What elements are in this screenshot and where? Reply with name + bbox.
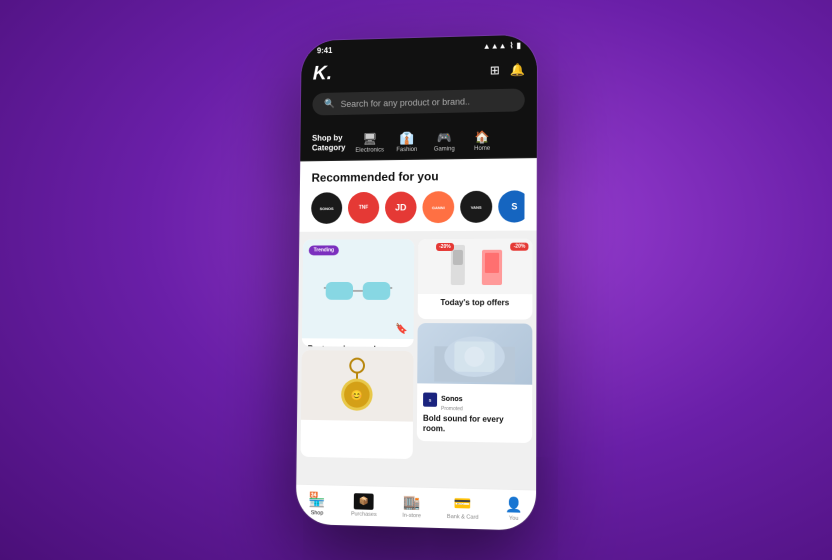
svg-text:😊: 😊 xyxy=(350,390,362,402)
recommended-section: Recommended for you SONOS TNF JD GANNI V… xyxy=(299,158,536,232)
cat-label-home: Home xyxy=(474,146,490,152)
sonos-logo: S xyxy=(423,392,437,406)
product-keychain[interactable]: 😊 xyxy=(300,350,413,460)
purchases-icon: 📦 xyxy=(354,493,374,510)
product-sunglasses[interactable]: Trending 🔖 xyxy=(302,239,414,347)
left-column: Trending 🔖 xyxy=(300,239,414,459)
cat-label-fashion: Fashion xyxy=(396,147,417,153)
app-logo: K. xyxy=(313,63,332,86)
nav-shop-label: Shop xyxy=(311,510,324,516)
nav-purchases-label: Purchases xyxy=(351,511,377,518)
sunglasses-info: Rectangular sunglasses $225.00 xyxy=(302,338,414,347)
brand-northface[interactable]: TNF xyxy=(348,192,380,224)
sunglasses-name: Rectangular sunglasses xyxy=(308,344,408,347)
keychain-image: 😊 xyxy=(301,350,414,421)
nav-you-label: You xyxy=(509,516,519,522)
category-items: 🖥 Electronics 👔 Fashion 🎮 Gaming 🏠 Home xyxy=(355,130,497,154)
right-column: -20% -20% xyxy=(417,239,533,462)
brand-samsung[interactable]: S xyxy=(498,190,524,222)
offer-item-1 xyxy=(443,245,473,290)
top-offers-label: Today's top offers xyxy=(424,298,527,309)
bookmark-icon[interactable]: 🔖 xyxy=(395,324,407,335)
cat-label-electronics: Electronics xyxy=(355,147,384,153)
search-icon: 🔍 xyxy=(324,98,335,109)
app-header: K. ⊞ 🔔 🔍 Search for any product or brand… xyxy=(301,53,537,125)
bank-icon: 💳 xyxy=(454,495,472,513)
trending-badge: Trending xyxy=(309,245,339,255)
grid-icon[interactable]: ⊞ xyxy=(490,63,500,77)
discount-badge-1: -20% xyxy=(436,243,454,251)
promoted-card[interactable]: S Sonos Promoted Bold sound for every ro… xyxy=(417,323,533,443)
offer-item-2 xyxy=(477,245,507,290)
instore-icon: 🏬 xyxy=(403,493,421,511)
sunglasses-svg xyxy=(324,272,393,307)
discount-badge-2: -20% xyxy=(511,243,529,251)
promoted-info: S Sonos Promoted Bold sound for every ro… xyxy=(417,383,532,443)
brand-vans[interactable]: VANS xyxy=(460,191,492,223)
signal-icon: ▲▲▲ xyxy=(483,41,507,51)
wifi-icon: ⌇ xyxy=(510,41,514,50)
cat-item-gaming[interactable]: 🎮 Gaming xyxy=(429,130,459,152)
brand-ganni[interactable]: GANNI xyxy=(422,191,454,223)
phone-mockup: 9:41 ▲▲▲ ⌇ ▮ K. ⊞ 🔔 🔍 Sea xyxy=(296,35,537,531)
home-icon: 🏠 xyxy=(475,130,490,144)
nav-purchases[interactable]: 📦 Purchases xyxy=(351,493,377,518)
electronics-icon: 🖥 xyxy=(362,132,377,146)
time: 9:41 xyxy=(317,46,332,55)
cat-item-home[interactable]: 🏠 Home xyxy=(467,130,497,152)
phone-screen: 9:41 ▲▲▲ ⌇ ▮ K. ⊞ 🔔 🔍 Sea xyxy=(296,35,537,531)
promoted-tag: Promoted xyxy=(441,406,463,412)
search-placeholder: Search for any product or brand.. xyxy=(341,96,471,109)
promoted-image-svg xyxy=(434,326,515,382)
nav-instore[interactable]: 🏬 In-store xyxy=(402,493,421,519)
search-bar[interactable]: 🔍 Search for any product or brand.. xyxy=(312,88,524,115)
top-offers-images: -20% -20% xyxy=(418,239,533,295)
brand-sonos[interactable]: SONOS xyxy=(311,192,342,224)
nav-you[interactable]: 👤 You xyxy=(505,496,523,522)
sunglasses-image: Trending 🔖 xyxy=(302,239,414,339)
cat-item-electronics[interactable]: 🖥 Electronics xyxy=(355,132,384,154)
promoted-image xyxy=(417,323,532,385)
promoted-brand-row: S Sonos Promoted xyxy=(423,387,526,413)
promoted-description: Bold sound for every room. xyxy=(423,414,526,437)
cat-label-gaming: Gaming xyxy=(434,146,455,152)
keychain-svg: 😊 xyxy=(335,358,380,414)
you-icon: 👤 xyxy=(505,496,523,514)
main-content: Recommended for you SONOS TNF JD GANNI V… xyxy=(296,158,536,489)
brand-jd[interactable]: JD xyxy=(385,191,417,223)
brand-circles: SONOS TNF JD GANNI VANS S xyxy=(311,190,525,224)
shop-by-label: Shop by Category xyxy=(312,133,346,154)
bottom-nav: 🏪 Shop 📦 Purchases 🏬 In-store 💳 Bank & C… xyxy=(296,484,536,531)
nav-bank-label: Bank & Card xyxy=(447,514,479,521)
fashion-icon: 👔 xyxy=(399,131,414,145)
nav-bank[interactable]: 💳 Bank & Card xyxy=(447,494,479,520)
notification-bell-icon[interactable]: 🔔 xyxy=(510,62,525,76)
category-nav: Shop by Category 🖥 Electronics 👔 Fashion… xyxy=(300,121,537,161)
status-icons: ▲▲▲ ⌇ ▮ xyxy=(483,41,521,51)
nav-instore-label: In-store xyxy=(402,513,421,520)
shop-icon: 🏪 xyxy=(309,491,326,509)
products-grid: Trending 🔖 xyxy=(297,235,537,467)
gaming-icon: 🎮 xyxy=(437,131,452,145)
cat-item-fashion[interactable]: 👔 Fashion xyxy=(392,131,422,153)
battery-icon: ▮ xyxy=(516,41,520,50)
nav-shop[interactable]: 🏪 Shop xyxy=(308,491,325,517)
recommended-title: Recommended for you xyxy=(312,168,525,184)
top-offers-card[interactable]: -20% -20% xyxy=(418,239,533,320)
promoted-brand-name: Sonos xyxy=(441,396,463,403)
